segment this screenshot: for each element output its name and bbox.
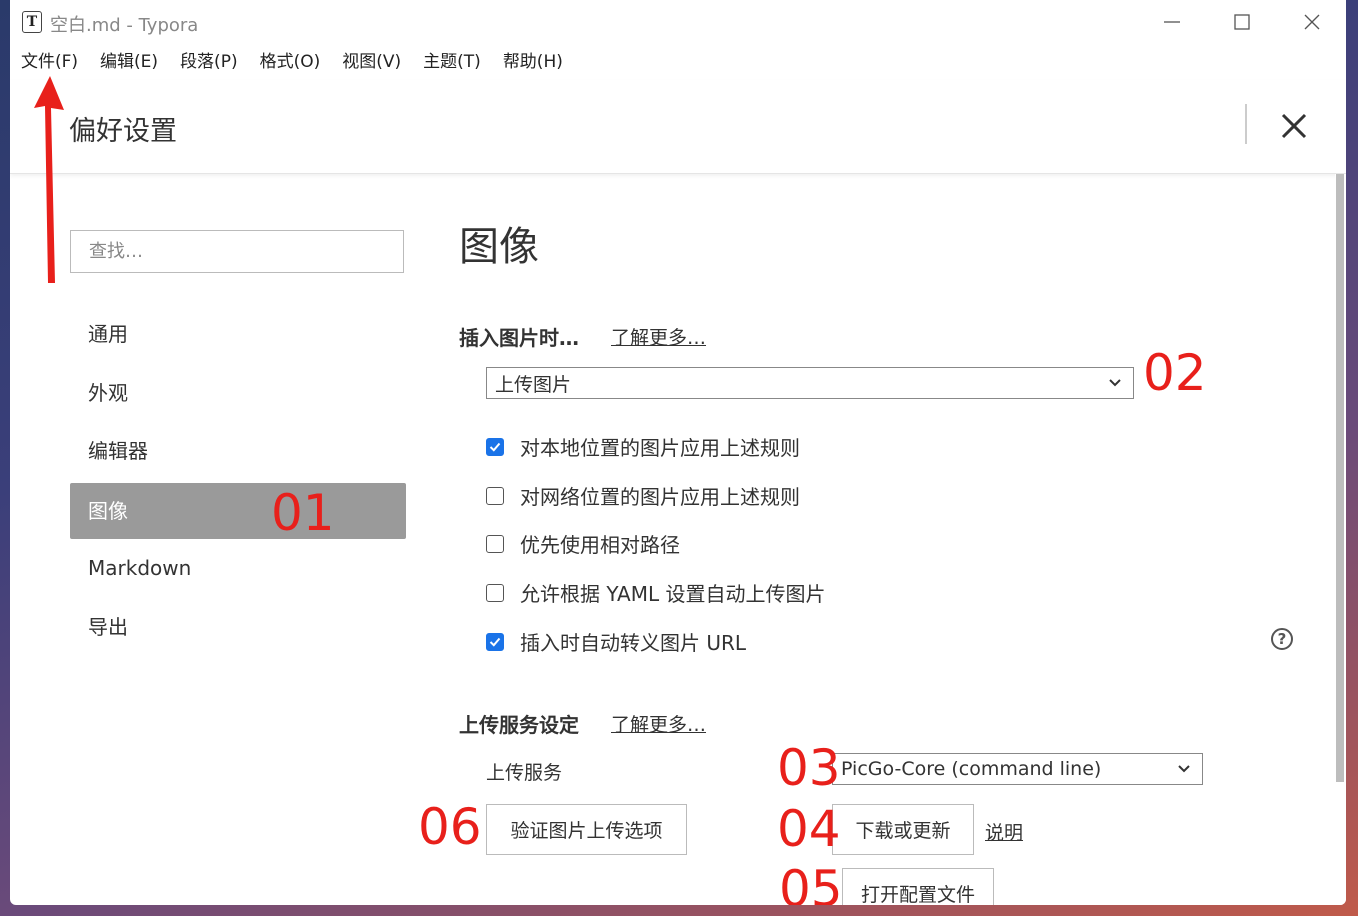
checkbox-checked[interactable] [486,437,504,456]
check-icon [489,442,501,452]
explain-link[interactable]: 说明 [985,818,1023,845]
option-label: 优先使用相对路径 [520,533,680,557]
sidebar-item-general[interactable]: 通用 [70,306,406,362]
sidebar-item-markdown[interactable]: Markdown [70,540,406,596]
close-icon [1281,113,1307,139]
option-label: 对网络位置的图片应用上述规则 [520,485,800,509]
upload-service-label: 上传服务 [486,762,563,784]
header-divider [1245,104,1247,144]
option-yaml-upload[interactable]: 允许根据 YAML 设置自动上传图片 [486,578,825,607]
checkbox-checked[interactable] [486,632,504,651]
section-title: 图像 [459,224,539,270]
menu-bar: 文件(F) 编辑(E) 段落(P) 格式(O) 视图(V) 主题(T) 帮助(H… [10,46,574,78]
preferences-header: 偏好设置 [10,80,1346,174]
menu-theme[interactable]: 主题(T) [412,46,492,78]
chevron-down-icon [1109,379,1121,387]
sidebar-item-editor[interactable]: 编辑器 [70,423,406,479]
help-icon[interactable]: ? [1271,628,1293,650]
typora-window: T 空白.md - Typora 文件(F) 编辑(E) 段落(P) 格式(O)… [10,0,1346,905]
checkbox-unchecked[interactable] [486,583,504,602]
chevron-down-icon [1178,765,1190,773]
search-input[interactable] [70,230,404,273]
sidebar-item-export[interactable]: 导出 [70,599,406,655]
option-label: 允许根据 YAML 设置自动上传图片 [520,582,826,606]
insert-action-select[interactable]: 上传图片 [486,367,1134,399]
minimize-button[interactable] [1142,0,1202,44]
sidebar-item-image[interactable]: 图像 [70,483,406,539]
option-local-images[interactable]: 对本地位置的图片应用上述规则 [486,432,800,461]
menu-paragraph[interactable]: 段落(P) [169,46,249,78]
menu-edit[interactable]: 编辑(E) [89,46,169,78]
annotation-06: 06 [418,798,482,856]
insert-action-value: 上传图片 [495,373,572,396]
annotation-05: 05 [779,860,843,905]
annotation-01: 01 [271,484,335,542]
preferences-close-button[interactable] [1272,104,1316,148]
upload-service-heading: 上传服务设定 [459,713,579,737]
insert-learn-more-link[interactable]: 了解更多… [611,323,706,350]
menu-view[interactable]: 视图(V) [331,46,412,78]
annotation-04: 04 [777,800,841,858]
annotation-02: 02 [1143,344,1207,402]
sidebar-item-appearance[interactable]: 外观 [70,365,406,421]
maximize-button[interactable] [1212,0,1272,44]
checkbox-unchecked[interactable] [486,486,504,505]
option-label: 插入时自动转义图片 URL [520,631,747,655]
annotation-03: 03 [777,739,841,797]
window-close-button[interactable] [1282,0,1342,44]
download-update-button[interactable]: 下载或更新 [832,804,974,855]
upload-learn-more-link[interactable]: 了解更多… [611,710,706,737]
check-icon [489,637,501,647]
maximize-icon [1234,14,1250,30]
menu-format[interactable]: 格式(O) [249,46,332,78]
option-relative-path[interactable]: 优先使用相对路径 [486,529,680,558]
upload-service-value: PicGo-Core (command line) [841,758,1102,780]
option-escape-url[interactable]: 插入时自动转义图片 URL [486,627,746,656]
insert-image-heading: 插入图片时… [459,326,579,350]
verify-upload-button[interactable]: 验证图片上传选项 [486,804,687,855]
open-config-button[interactable]: 打开配置文件 [842,868,994,905]
minimize-icon [1164,21,1180,23]
scrollbar-thumb[interactable] [1336,174,1344,782]
red-arrow-annotation [34,76,64,283]
title-bar: T 空白.md - Typora [10,0,1346,44]
close-icon [1304,14,1320,30]
upload-service-select[interactable]: PicGo-Core (command line) [832,753,1203,785]
checkbox-unchecked[interactable] [486,534,504,553]
option-label: 对本地位置的图片应用上述规则 [520,436,800,460]
option-network-images[interactable]: 对网络位置的图片应用上述规则 [486,481,800,510]
menu-help[interactable]: 帮助(H) [492,46,574,78]
